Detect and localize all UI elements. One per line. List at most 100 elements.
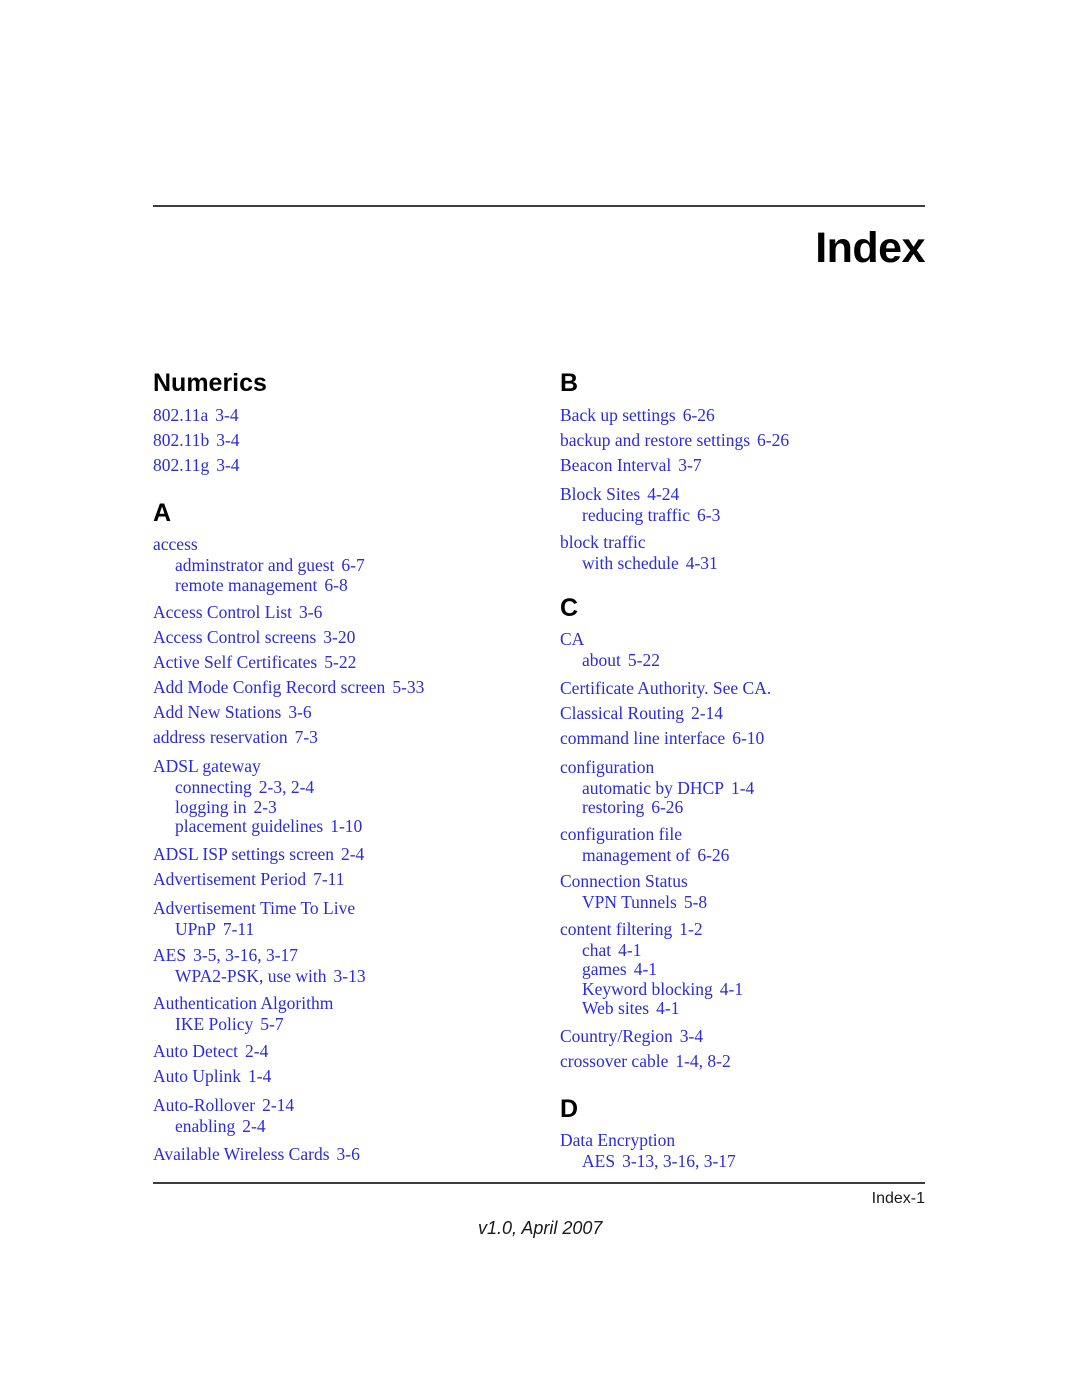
- index-entry[interactable]: Advertisement Period 7-11: [153, 867, 533, 892]
- index-entry[interactable]: Authentication Algorithm: [153, 992, 533, 1015]
- index-subentry[interactable]: IKE Policy 5-7: [153, 1014, 533, 1035]
- index-subentry[interactable]: AES 3-13, 3-16, 3-17: [560, 1151, 940, 1172]
- index-entry[interactable]: configuration: [560, 756, 940, 779]
- index-entry[interactable]: block traffic: [560, 531, 940, 554]
- index-entry-locators[interactable]: 5-33: [392, 677, 424, 697]
- index-subentry[interactable]: restoring 6-26: [560, 797, 940, 818]
- index-subentry[interactable]: about 5-22: [560, 650, 940, 671]
- index-subentry-locators[interactable]: 4-1: [634, 959, 657, 979]
- index-subentry[interactable]: Keyword blocking 4-1: [560, 979, 940, 1000]
- index-entry-locators[interactable]: 2-4: [245, 1041, 268, 1061]
- index-entry-locators[interactable]: 3-6: [337, 1144, 360, 1164]
- index-subentry[interactable]: automatic by DHCP 1-4: [560, 778, 940, 799]
- index-entry-locators[interactable]: 3-6: [299, 602, 322, 622]
- index-entry[interactable]: Data Encryption: [560, 1129, 940, 1152]
- index-entry[interactable]: Back up settings 6-26: [560, 403, 940, 428]
- index-entry[interactable]: backup and restore settings 6-26: [560, 428, 940, 453]
- index-entry[interactable]: Beacon Interval 3-7: [560, 453, 940, 478]
- index-entry[interactable]: Certificate Authority. See CA.: [560, 676, 940, 701]
- index-subentry[interactable]: UPnP 7-11: [153, 919, 533, 940]
- index-entry-locators[interactable]: 3-6: [288, 702, 311, 722]
- index-subentry-locators[interactable]: 3-13: [334, 966, 366, 986]
- index-entry-locators[interactable]: 3-20: [323, 627, 355, 647]
- index-subentry-locators[interactable]: 5-22: [628, 650, 660, 670]
- index-subentry[interactable]: connecting 2-3, 2-4: [153, 777, 533, 798]
- index-subentry[interactable]: placement guidelines 1-10: [153, 816, 533, 837]
- index-subentry-locators[interactable]: 5-7: [260, 1014, 283, 1034]
- index-subentry[interactable]: adminstrator and guest 6-7: [153, 555, 533, 576]
- index-entry[interactable]: Classical Routing 2-14: [560, 701, 940, 726]
- index-entry-locators[interactable]: 2-14: [691, 703, 723, 723]
- index-entry[interactable]: Add Mode Config Record screen 5-33: [153, 675, 533, 700]
- index-entry[interactable]: ADSL ISP settings screen 2-4: [153, 842, 533, 867]
- index-entry[interactable]: Available Wireless Cards 3-6: [153, 1142, 533, 1167]
- index-subentry[interactable]: games 4-1: [560, 959, 940, 980]
- index-entry[interactable]: Connection Status: [560, 870, 940, 893]
- index-entry-locators[interactable]: 3-5, 3-16, 3-17: [193, 945, 298, 965]
- index-entry-locators[interactable]: 1-2: [679, 919, 702, 939]
- index-subentry-locators[interactable]: 1-4: [731, 778, 754, 798]
- index-entry-locators[interactable]: 2-14: [262, 1095, 294, 1115]
- index-subentry-locators[interactable]: 3-13, 3-16, 3-17: [622, 1151, 736, 1171]
- index-entry[interactable]: configuration file: [560, 823, 940, 846]
- index-entry-locators[interactable]: 7-3: [295, 727, 318, 747]
- index-subentry-locators[interactable]: 7-11: [223, 919, 254, 939]
- index-entry-locators[interactable]: 2-4: [341, 844, 364, 864]
- index-subentry[interactable]: WPA2-PSK, use with 3-13: [153, 966, 533, 987]
- index-entry[interactable]: Add New Stations 3-6: [153, 700, 533, 725]
- index-entry[interactable]: crossover cable 1-4, 8-2: [560, 1049, 940, 1074]
- index-entry-locators[interactable]: 4-24: [647, 484, 679, 504]
- index-subentry[interactable]: remote management 6-8: [153, 575, 533, 596]
- index-entry[interactable]: command line interface 6-10: [560, 726, 940, 751]
- index-entry[interactable]: ADSL gateway: [153, 755, 533, 778]
- index-subentry-locators[interactable]: 4-1: [720, 979, 743, 999]
- index-entry[interactable]: 802.11g 3-4: [153, 453, 533, 478]
- index-subentry-locators[interactable]: 1-10: [330, 816, 362, 836]
- index-subentry-locators[interactable]: 4-1: [656, 998, 679, 1018]
- index-entry[interactable]: Advertisement Time To Live: [153, 897, 533, 920]
- index-subentry-locators[interactable]: 6-26: [697, 845, 729, 865]
- index-entry[interactable]: Auto-Rollover 2-14: [153, 1094, 533, 1117]
- index-subentry-locators[interactable]: 6-8: [324, 575, 347, 595]
- index-entry[interactable]: Country/Region 3-4: [560, 1024, 940, 1049]
- index-entry[interactable]: address reservation 7-3: [153, 725, 533, 750]
- index-subentry[interactable]: VPN Tunnels 5-8: [560, 892, 940, 913]
- index-entry-locators[interactable]: 1-4: [248, 1066, 271, 1086]
- index-entry[interactable]: Access Control screens 3-20: [153, 625, 533, 650]
- index-subentry[interactable]: management of 6-26: [560, 845, 940, 866]
- index-entry[interactable]: content filtering 1-2: [560, 918, 940, 941]
- index-subentry-locators[interactable]: 4-31: [686, 553, 718, 573]
- index-entry-locators[interactable]: 3-7: [678, 455, 701, 475]
- index-subentry-locators[interactable]: 4-1: [618, 940, 641, 960]
- index-entry-locators[interactable]: 6-26: [683, 405, 715, 425]
- index-entry[interactable]: CA: [560, 628, 940, 651]
- index-entry-locators[interactable]: 3-4: [216, 455, 239, 475]
- index-entry-locators[interactable]: 6-10: [732, 728, 764, 748]
- index-entry-locators[interactable]: 7-11: [313, 869, 344, 889]
- index-entry-locators[interactable]: 3-4: [216, 430, 239, 450]
- index-subentry-locators[interactable]: 6-26: [651, 797, 683, 817]
- index-subentry[interactable]: Web sites 4-1: [560, 998, 940, 1019]
- index-subentry[interactable]: chat 4-1: [560, 940, 940, 961]
- index-entry[interactable]: AES 3-5, 3-16, 3-17: [153, 944, 533, 967]
- index-entry[interactable]: Auto Detect 2-4: [153, 1039, 533, 1064]
- index-subentry-locators[interactable]: 5-8: [684, 892, 707, 912]
- index-subentry[interactable]: enabling 2-4: [153, 1116, 533, 1137]
- index-subentry-locators[interactable]: 6-3: [697, 505, 720, 525]
- index-subentry-locators[interactable]: 6-7: [341, 555, 364, 575]
- index-entry[interactable]: Access Control List 3-6: [153, 600, 533, 625]
- index-subentry-locators[interactable]: 2-4: [242, 1116, 265, 1136]
- index-entry-locators[interactable]: 6-26: [757, 430, 789, 450]
- index-subentry[interactable]: reducing traffic 6-3: [560, 505, 940, 526]
- index-entry[interactable]: 802.11a 3-4: [153, 403, 533, 428]
- index-subentry[interactable]: logging in 2-3: [153, 797, 533, 818]
- index-entry-locators[interactable]: 5-22: [324, 652, 356, 672]
- index-subentry-locators[interactable]: 2-3: [253, 797, 276, 817]
- index-entry[interactable]: access: [153, 533, 533, 556]
- index-entry[interactable]: Auto Uplink 1-4: [153, 1064, 533, 1089]
- index-entry-locators[interactable]: 1-4, 8-2: [675, 1051, 730, 1071]
- index-entry[interactable]: Active Self Certificates 5-22: [153, 650, 533, 675]
- index-entry[interactable]: 802.11b 3-4: [153, 428, 533, 453]
- index-subentry[interactable]: with schedule 4-31: [560, 553, 940, 574]
- index-entry-locators[interactable]: 3-4: [215, 405, 238, 425]
